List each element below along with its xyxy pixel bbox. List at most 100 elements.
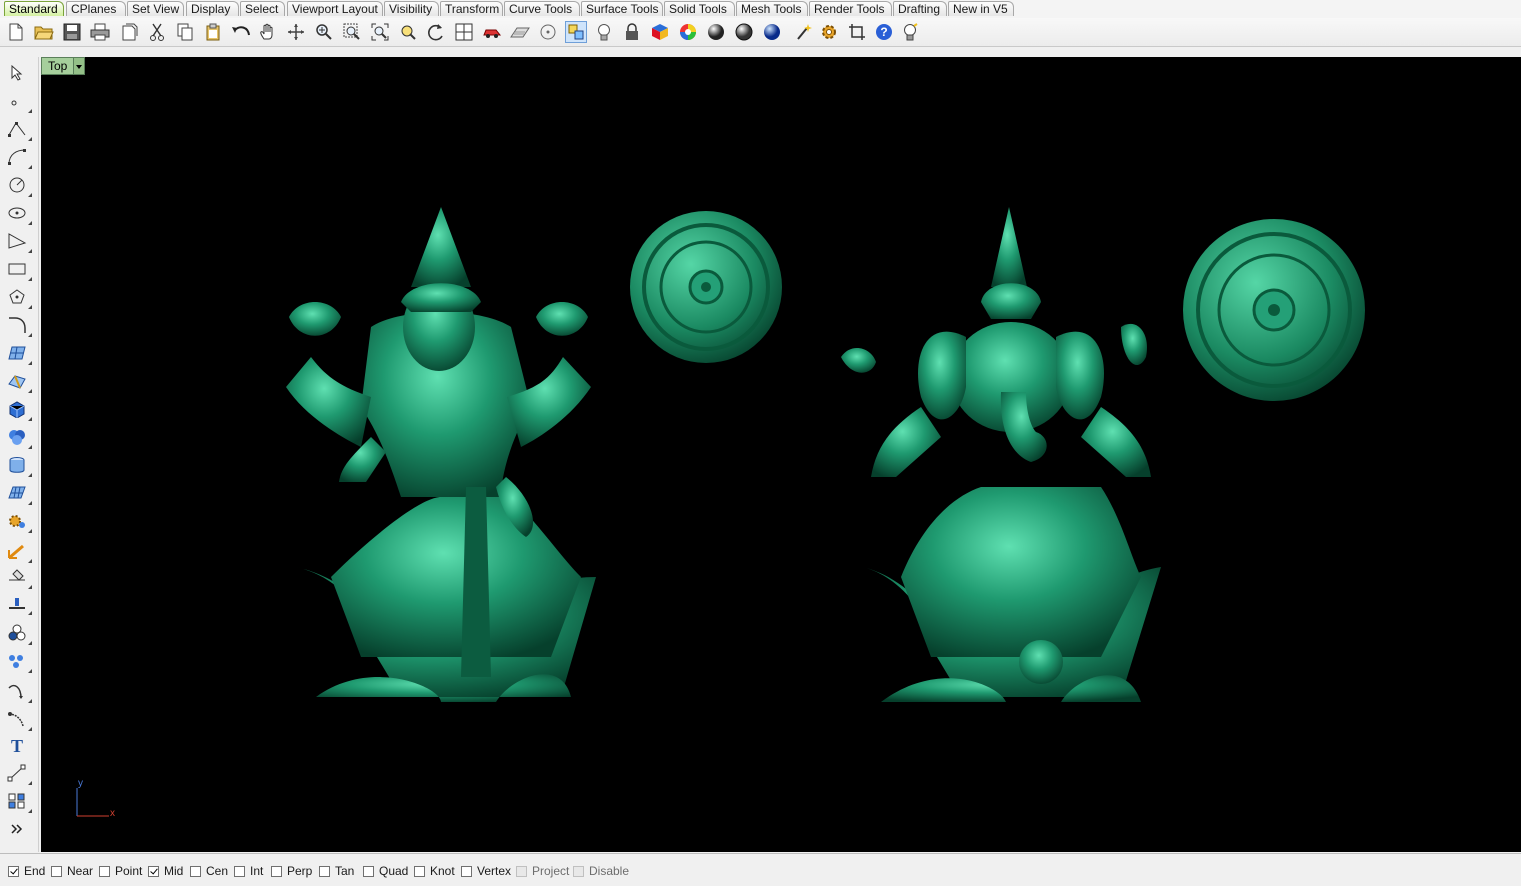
text-icon[interactable]: T: [6, 734, 28, 756]
osnap-end[interactable]: End: [8, 863, 45, 879]
extrude-surface-icon[interactable]: [6, 370, 32, 393]
osnap-vertex[interactable]: Vertex: [461, 863, 511, 879]
solid-union-icon[interactable]: [6, 426, 32, 449]
osnap-int-checkbox[interactable]: [234, 865, 245, 877]
dimension-icon[interactable]: [6, 762, 32, 785]
tab-cplanes[interactable]: CPlanes: [66, 1, 126, 16]
osnap-project[interactable]: Project: [516, 863, 569, 879]
zoom-dynamic-icon[interactable]: [313, 21, 335, 43]
mesh-icon[interactable]: [6, 482, 32, 505]
solid-tools-icon[interactable]: [6, 510, 32, 533]
osnap-int[interactable]: Int: [234, 863, 263, 879]
osnap-tan[interactable]: Tan: [319, 863, 354, 879]
zoom-extents-icon[interactable]: [369, 21, 391, 43]
tab-mesh-tools[interactable]: Mesh Tools: [736, 1, 808, 16]
osnap-quad-checkbox[interactable]: [363, 865, 374, 877]
tab-viewport-layout[interactable]: Viewport Layout: [287, 1, 383, 16]
osnap-disable-checkbox[interactable]: [573, 865, 584, 877]
select-arrow-icon[interactable]: [6, 62, 28, 84]
tab-render-tools[interactable]: Render Tools: [809, 1, 892, 16]
settings-gear-icon[interactable]: [818, 21, 840, 43]
wizard-icon[interactable]: [793, 21, 815, 43]
polygon-icon[interactable]: [6, 286, 32, 309]
sweep-icon[interactable]: [6, 708, 32, 731]
cylinder-icon[interactable]: [6, 454, 32, 477]
arc-icon[interactable]: [6, 230, 32, 253]
car-render-icon[interactable]: [481, 21, 503, 43]
tab-display[interactable]: Display: [186, 1, 239, 16]
osnap-perp-checkbox[interactable]: [271, 865, 282, 877]
osnap-cen-checkbox[interactable]: [190, 865, 201, 877]
box-solid-icon[interactable]: [6, 398, 32, 421]
tab-curve-tools[interactable]: Curve Tools: [504, 1, 580, 16]
copy-icon[interactable]: [174, 21, 196, 43]
osnap-near-checkbox[interactable]: [51, 865, 62, 877]
print-icon[interactable]: [89, 21, 111, 43]
block-icon[interactable]: [6, 790, 32, 813]
polyline-icon[interactable]: [6, 118, 32, 141]
tab-solid-tools[interactable]: Solid Tools: [664, 1, 735, 16]
rendered-sphere-icon[interactable]: [733, 21, 755, 43]
grid-plane-icon[interactable]: [509, 21, 531, 43]
osnap-near[interactable]: Near: [51, 863, 93, 879]
gumball-icon[interactable]: [6, 540, 32, 563]
help-icon[interactable]: ?: [873, 21, 895, 43]
circle-object-icon[interactable]: [537, 21, 559, 43]
circle-icon[interactable]: [6, 174, 32, 197]
curve-icon[interactable]: [6, 146, 32, 169]
osnap-quad[interactable]: Quad: [363, 863, 408, 879]
tab-transform[interactable]: Transform: [440, 1, 503, 16]
osnap-point[interactable]: Point: [99, 863, 142, 879]
cut-icon[interactable]: [146, 21, 168, 43]
point-icon[interactable]: [6, 90, 32, 113]
osnap-vertex-checkbox[interactable]: [461, 865, 472, 877]
material-book-icon[interactable]: [649, 21, 671, 43]
tab-visibility[interactable]: Visibility: [384, 1, 439, 16]
ellipse-icon[interactable]: [6, 202, 32, 225]
rotate-view-icon[interactable]: [285, 21, 307, 43]
osnap-knot-checkbox[interactable]: [414, 865, 425, 877]
trim-icon[interactable]: [6, 592, 32, 615]
osnap-cen[interactable]: Cen: [190, 863, 228, 879]
tab-standard[interactable]: Standard: [4, 1, 64, 16]
osnap-mid-checkbox[interactable]: [148, 865, 159, 877]
pan-hand-icon[interactable]: [257, 21, 279, 43]
osnap-perp[interactable]: Perp: [271, 863, 312, 879]
undo-icon[interactable]: [230, 21, 252, 43]
tab-drafting[interactable]: Drafting: [893, 1, 947, 16]
fillet-curve-icon[interactable]: [6, 314, 32, 337]
zoom-selected-icon[interactable]: [397, 21, 419, 43]
zoom-window-icon[interactable]: [341, 21, 363, 43]
crop-frame-icon[interactable]: [846, 21, 868, 43]
rectangle-icon[interactable]: [6, 258, 32, 281]
tab-surface-tools[interactable]: Surface Tools: [581, 1, 663, 16]
new-icon[interactable]: [5, 21, 27, 43]
save-icon[interactable]: [61, 21, 83, 43]
shaded-sphere-icon[interactable]: [705, 21, 727, 43]
top-viewport[interactable]: Top y x: [41, 57, 1521, 852]
color-wheel-icon[interactable]: [677, 21, 699, 43]
tab-select[interactable]: Select: [240, 1, 285, 16]
boolean-icon[interactable]: [6, 622, 32, 645]
four-viewports-icon[interactable]: [453, 21, 475, 43]
osnap-knot[interactable]: Knot: [414, 863, 455, 879]
select-objects-icon[interactable]: [565, 21, 587, 43]
paste-icon[interactable]: [202, 21, 224, 43]
osnap-disable[interactable]: Disable: [573, 863, 629, 879]
hint-bulb-icon[interactable]: [899, 21, 921, 43]
osnap-tan-checkbox[interactable]: [319, 865, 330, 877]
osnap-end-checkbox[interactable]: [8, 865, 19, 877]
curve-from-object-icon[interactable]: [6, 680, 32, 703]
lock-icon[interactable]: [621, 21, 643, 43]
light-bulb-icon[interactable]: [593, 21, 615, 43]
osnap-point-checkbox[interactable]: [99, 865, 110, 877]
more-tools-icon[interactable]: [6, 818, 28, 840]
rotate-icon[interactable]: [425, 21, 447, 43]
open-icon[interactable]: [33, 21, 55, 43]
array-icon[interactable]: [6, 650, 32, 673]
osnap-mid[interactable]: Mid: [148, 863, 183, 879]
tab-new-in-v5[interactable]: New in V5: [948, 1, 1014, 16]
paste-from-file-icon[interactable]: [118, 21, 140, 43]
split-icon[interactable]: [6, 566, 32, 589]
surface-from-points-icon[interactable]: [6, 342, 32, 365]
